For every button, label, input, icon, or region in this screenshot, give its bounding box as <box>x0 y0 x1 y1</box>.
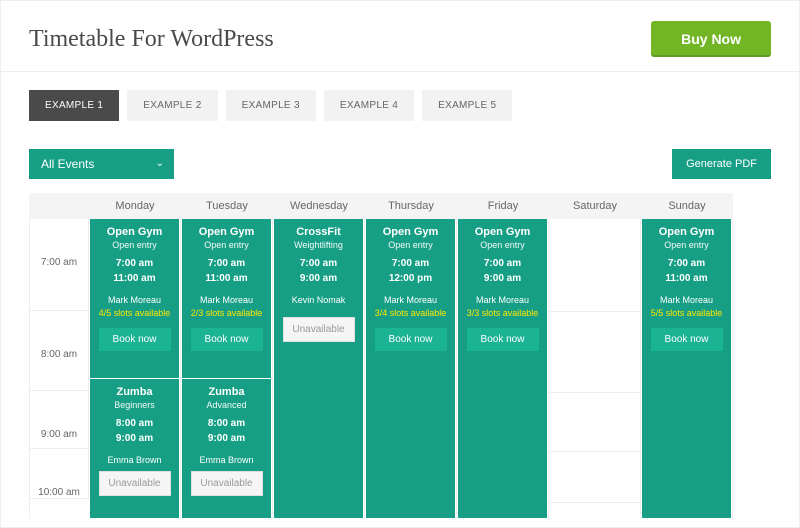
event-instructor: Emma Brown <box>107 455 161 465</box>
header-empty <box>29 193 89 219</box>
event-time-start: 7:00 am <box>392 258 429 271</box>
event-instructor: Mark Moreau <box>476 295 529 305</box>
col-tuesday: Open Gym Open entry 7:00 am 11:00 am Mar… <box>181 219 273 519</box>
page: Timetable For WordPress Buy Now EXAMPLE … <box>0 0 800 528</box>
tab-example-5[interactable]: EXAMPLE 5 <box>422 90 512 121</box>
tab-example-3[interactable]: EXAMPLE 3 <box>226 90 316 121</box>
unavailable-button: Unavailable <box>283 317 355 342</box>
event-availability: 3/4 slots available <box>375 308 447 318</box>
event-time-start: 7:00 am <box>484 258 521 271</box>
event-availability: 5/5 slots available <box>651 308 723 318</box>
event-subtitle: Weightlifting <box>294 240 343 250</box>
event-time-start: 7:00 am <box>208 258 245 271</box>
event-title: Zumba <box>208 386 244 398</box>
header-thursday: Thursday <box>365 193 457 219</box>
unavailable-button: Unavailable <box>191 471 263 496</box>
event-time-start: 7:00 am <box>300 258 337 271</box>
time-9am: 9:00 am <box>30 391 89 449</box>
event-subtitle: Open entry <box>388 240 433 250</box>
event-tue-zumba[interactable]: Zumba Advanced 8:00 am 9:00 am Emma Brow… <box>181 379 272 519</box>
events-filter-label: All Events <box>41 157 94 171</box>
event-subtitle: Open entry <box>664 240 709 250</box>
event-time-end: 12:00 pm <box>389 273 432 286</box>
book-button[interactable]: Book now <box>99 328 171 351</box>
event-availability: 3/3 slots available <box>467 308 539 318</box>
event-subtitle: Beginners <box>114 400 155 410</box>
tab-example-1[interactable]: EXAMPLE 1 <box>29 90 119 121</box>
header-saturday: Saturday <box>549 193 641 219</box>
col-sunday: Open Gym Open entry 7:00 am 11:00 am Mar… <box>641 219 733 519</box>
header-friday: Friday <box>457 193 549 219</box>
event-instructor: Mark Moreau <box>384 295 437 305</box>
page-title: Timetable For WordPress <box>29 26 274 53</box>
event-wed-crossfit[interactable]: CrossFit Weightlifting 7:00 am 9:00 am K… <box>273 219 364 519</box>
event-title: Zumba <box>116 386 152 398</box>
event-time-end: 11:00 am <box>113 273 155 286</box>
event-thu-open-gym[interactable]: Open Gym Open entry 7:00 am 12:00 pm Mar… <box>365 219 456 519</box>
event-availability: 4/5 slots available <box>99 308 171 318</box>
event-time-start: 7:00 am <box>668 258 705 271</box>
event-title: Open Gym <box>383 226 439 238</box>
col-friday: Open Gym Open entry 7:00 am 9:00 am Mark… <box>457 219 549 519</box>
time-8am: 8:00 am <box>30 311 89 391</box>
col-saturday <box>549 219 641 519</box>
event-availability: 2/3 slots available <box>191 308 263 318</box>
col-thursday: Open Gym Open entry 7:00 am 12:00 pm Mar… <box>365 219 457 519</box>
event-time-start: 7:00 am <box>116 258 153 271</box>
event-fri-open-gym[interactable]: Open Gym Open entry 7:00 am 9:00 am Mark… <box>457 219 548 519</box>
event-subtitle: Open entry <box>480 240 525 250</box>
timetable: Monday Tuesday Wednesday Thursday Friday… <box>1 179 799 519</box>
book-button[interactable]: Book now <box>375 328 447 351</box>
buy-now-button[interactable]: Buy Now <box>651 21 771 57</box>
event-time-start: 8:00 am <box>208 418 245 431</box>
event-subtitle: Open entry <box>112 240 157 250</box>
event-title: CrossFit <box>296 226 341 238</box>
book-button[interactable]: Book now <box>651 328 723 351</box>
header-monday: Monday <box>89 193 181 219</box>
event-title: Open Gym <box>199 226 255 238</box>
event-instructor: Mark Moreau <box>660 295 713 305</box>
chevron-down-icon: ⌄ <box>156 149 164 179</box>
example-tabs: EXAMPLE 1 EXAMPLE 2 EXAMPLE 3 EXAMPLE 4 … <box>1 72 799 121</box>
events-filter-dropdown[interactable]: All Events ⌄ <box>29 149 174 179</box>
time-10am: 10:00 am <box>30 449 89 499</box>
event-title: Open Gym <box>475 226 531 238</box>
topbar: Timetable For WordPress Buy Now <box>1 1 799 72</box>
book-button[interactable]: Book now <box>467 328 539 351</box>
event-title: Open Gym <box>107 226 163 238</box>
tab-example-2[interactable]: EXAMPLE 2 <box>127 90 217 121</box>
unavailable-button: Unavailable <box>99 471 171 496</box>
event-instructor: Kevin Nomak <box>292 295 346 305</box>
event-time-end: 9:00 am <box>484 273 521 286</box>
event-time-end: 11:00 am <box>205 273 247 286</box>
header-wednesday: Wednesday <box>273 193 365 219</box>
event-time-end: 9:00 am <box>116 433 153 446</box>
book-button[interactable]: Book now <box>191 328 263 351</box>
tab-example-4[interactable]: EXAMPLE 4 <box>324 90 414 121</box>
event-instructor: Mark Moreau <box>108 295 161 305</box>
col-wednesday: CrossFit Weightlifting 7:00 am 9:00 am K… <box>273 219 365 519</box>
col-monday: Open Gym Open entry 7:00 am 11:00 am Mar… <box>89 219 181 519</box>
event-instructor: Mark Moreau <box>200 295 253 305</box>
header-sunday: Sunday <box>641 193 733 219</box>
event-title: Open Gym <box>659 226 715 238</box>
event-time-end: 11:00 am <box>665 273 707 286</box>
generate-pdf-button[interactable]: Generate PDF <box>672 149 771 179</box>
event-mon-open-gym[interactable]: Open Gym Open entry 7:00 am 11:00 am Mar… <box>89 219 180 379</box>
event-time-end: 9:00 am <box>208 433 245 446</box>
event-instructor: Emma Brown <box>199 455 253 465</box>
event-subtitle: Advanced <box>206 400 246 410</box>
controls-row: All Events ⌄ Generate PDF <box>1 121 799 179</box>
event-sun-open-gym[interactable]: Open Gym Open entry 7:00 am 11:00 am Mar… <box>641 219 732 519</box>
time-7am: 7:00 am <box>30 219 89 311</box>
event-tue-open-gym[interactable]: Open Gym Open entry 7:00 am 11:00 am Mar… <box>181 219 272 379</box>
event-time-start: 8:00 am <box>116 418 153 431</box>
event-time-end: 9:00 am <box>300 273 337 286</box>
event-mon-zumba[interactable]: Zumba Beginners 8:00 am 9:00 am Emma Bro… <box>89 379 180 519</box>
header-tuesday: Tuesday <box>181 193 273 219</box>
time-labels: 7:00 am 8:00 am 9:00 am 10:00 am <box>29 219 89 519</box>
event-subtitle: Open entry <box>204 240 249 250</box>
